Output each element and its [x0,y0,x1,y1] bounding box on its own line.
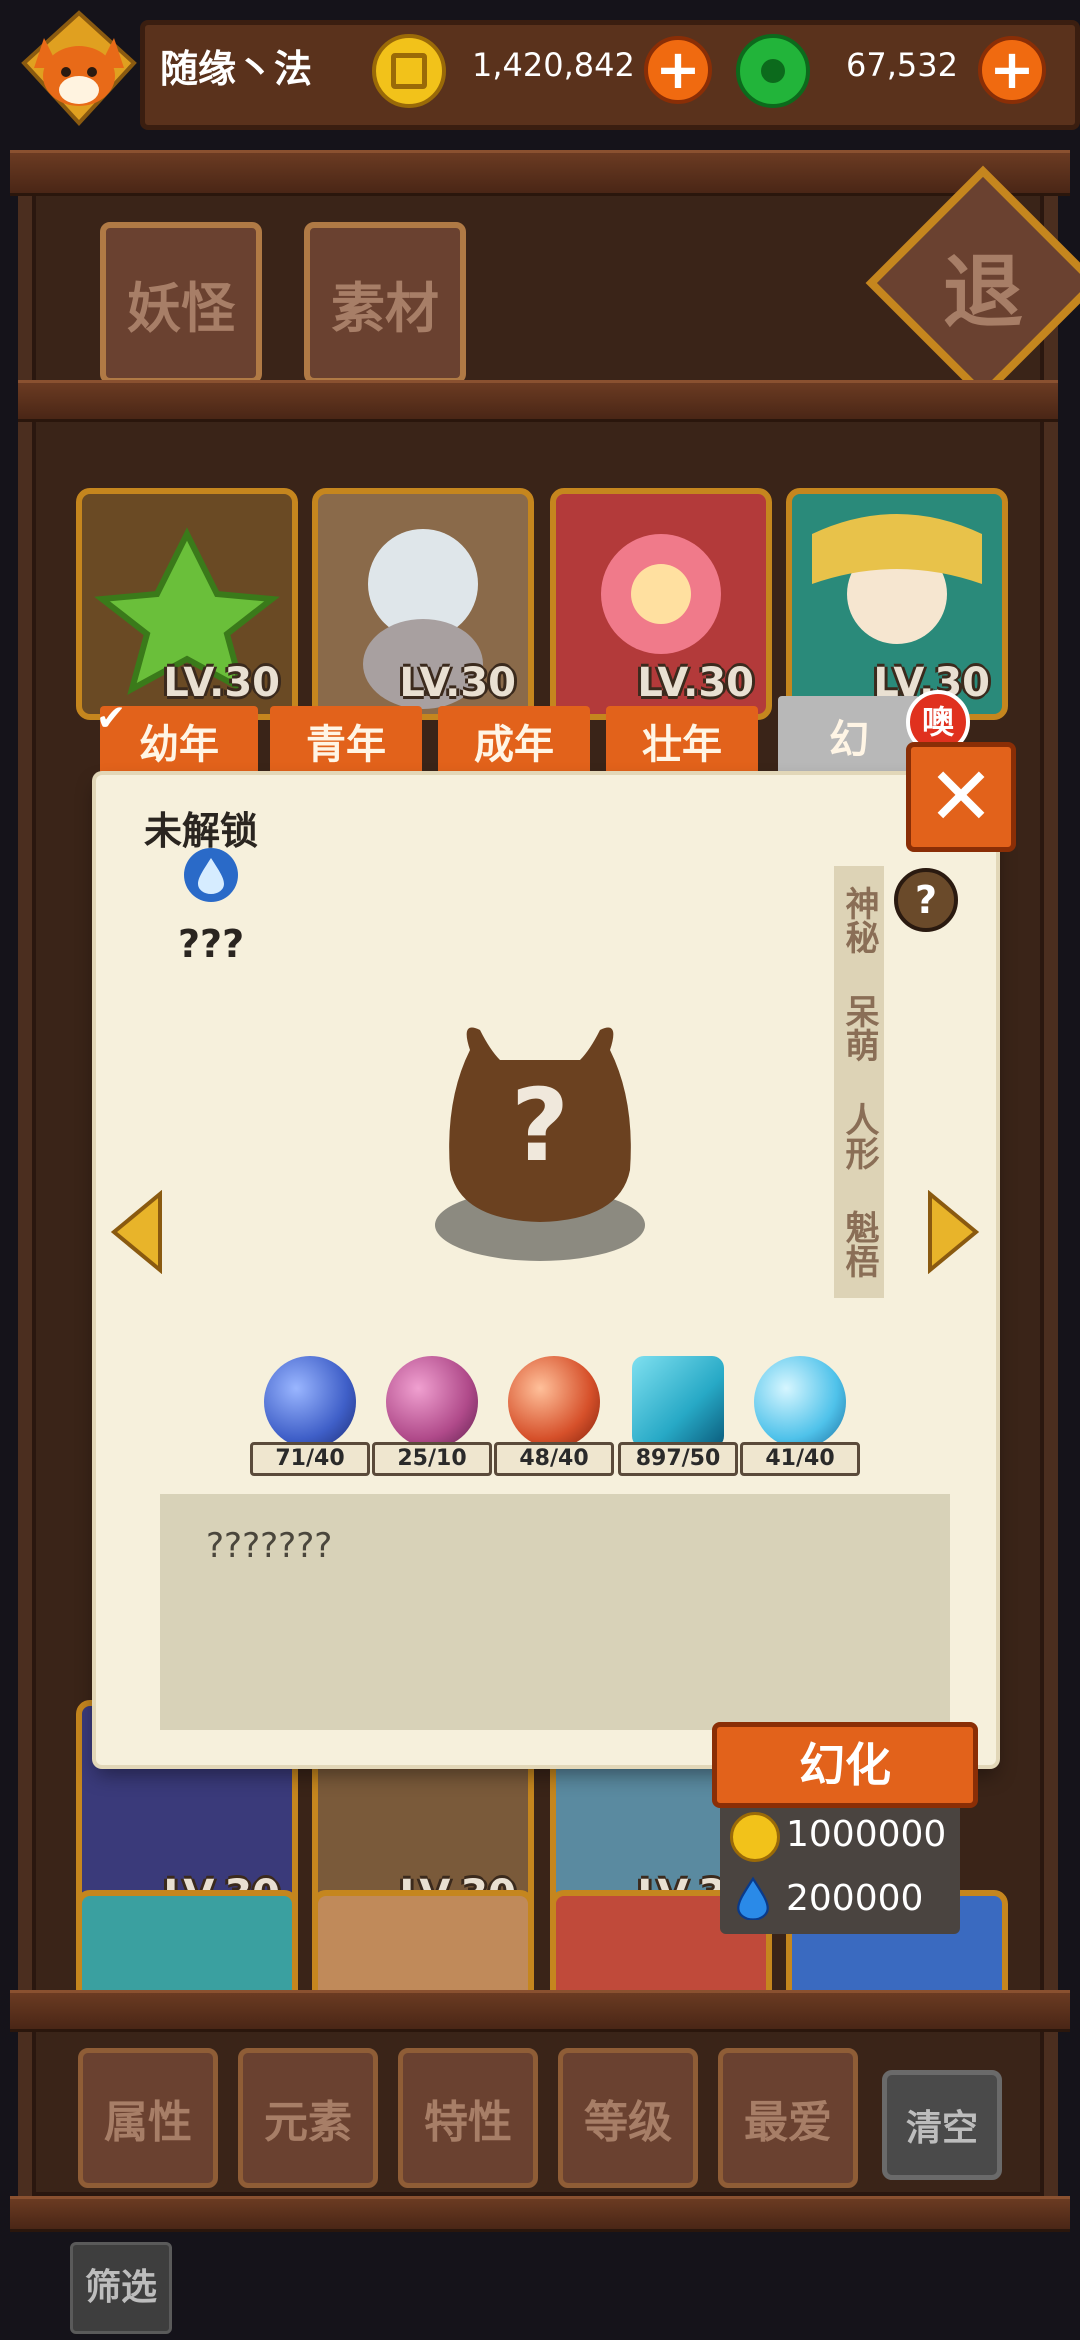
jade-amount: 67,532 [846,46,958,84]
tab-age-adult[interactable]: 成年 [438,706,590,776]
resource-item[interactable]: 25/10 [372,1356,492,1476]
svg-text:?: ? [511,1067,569,1184]
trait-tag: 魁梧 [834,1190,884,1298]
water-drop-icon [736,1876,770,1924]
next-arrow-button[interactable] [926,1189,980,1278]
filter-element-button[interactable]: 元素 [238,2048,378,2188]
water-element-icon [184,848,238,902]
tab-phantom[interactable]: 幻 [778,696,920,776]
top-beam [10,150,1070,196]
unknown-monster-silhouette: ? [430,1010,650,1274]
resource-item[interactable]: 71/40 [250,1356,370,1476]
jade-icon [736,34,810,108]
tab-age-young[interactable]: ✔ 幼年 [96,698,258,776]
tab-materials[interactable]: 素材 [304,222,466,384]
unlock-status: 未解锁 [144,809,259,853]
resource-item[interactable]: 41/40 [740,1356,860,1476]
player-name: 随缘丶法 [160,47,313,91]
add-gold-button[interactable]: + [644,36,712,104]
resource-item[interactable]: 897/50 [618,1356,738,1476]
tab-age-prime[interactable]: 壮年 [606,706,758,776]
monster-card[interactable]: LV.30 [312,488,534,720]
close-icon: ✕ [927,750,995,843]
water-cost: 200000 [786,1878,924,1919]
add-jade-button[interactable]: + [978,36,1046,104]
red-crab-orb-icon [508,1356,600,1448]
fox-avatar[interactable] [14,8,144,128]
previous-arrow-button[interactable] [110,1189,164,1278]
gold-coin-icon [372,34,446,108]
filter-level-button[interactable]: 等级 [558,2048,698,2188]
gold-amount: 1,420,842 [472,46,635,84]
filter-toggle-button[interactable]: 筛选 [70,2242,172,2334]
monster-card[interactable]: LV.30 [550,488,772,720]
cyan-wave-card-icon [632,1356,724,1448]
purple-rune-orb-icon [386,1356,478,1448]
trait-tag: 呆萌 [834,974,884,1082]
trait-tag: 神秘 [834,866,884,974]
filter-favorite-button[interactable]: 最爱 [718,2048,858,2188]
transform-button[interactable]: 幻化 [712,1722,978,1808]
bottom-frame [10,2196,1070,2232]
description-text: ??????? [206,1526,333,1566]
filter-trait-button[interactable]: 特性 [398,2048,538,2188]
close-button[interactable]: ✕ [906,742,1016,852]
blue-claw-orb-icon [264,1356,356,1448]
tab-age-youth[interactable]: 青年 [270,706,422,776]
gold-cost: 1000000 [786,1814,947,1855]
filter-attribute-button[interactable]: 属性 [78,2048,218,2188]
resource-item[interactable]: 48/40 [494,1356,614,1476]
monster-name: ??? [178,922,245,966]
monster-card[interactable]: LV.30 [76,488,298,720]
gold-coin-icon [730,1812,780,1862]
clear-filter-button[interactable]: 清空 [882,2070,1002,2180]
check-icon: ✔ [96,698,127,739]
tab-monsters[interactable]: 妖怪 [100,222,262,384]
trait-tag: 人形 [834,1082,884,1190]
monster-card[interactable]: LV.30 [786,488,1008,720]
bottom-beam [10,1990,1070,2032]
exit-label: 退 [943,246,1023,339]
ice-crystal-orb-icon [754,1356,846,1448]
help-icon[interactable]: ? [894,868,958,932]
grid-top-beam [18,380,1058,422]
